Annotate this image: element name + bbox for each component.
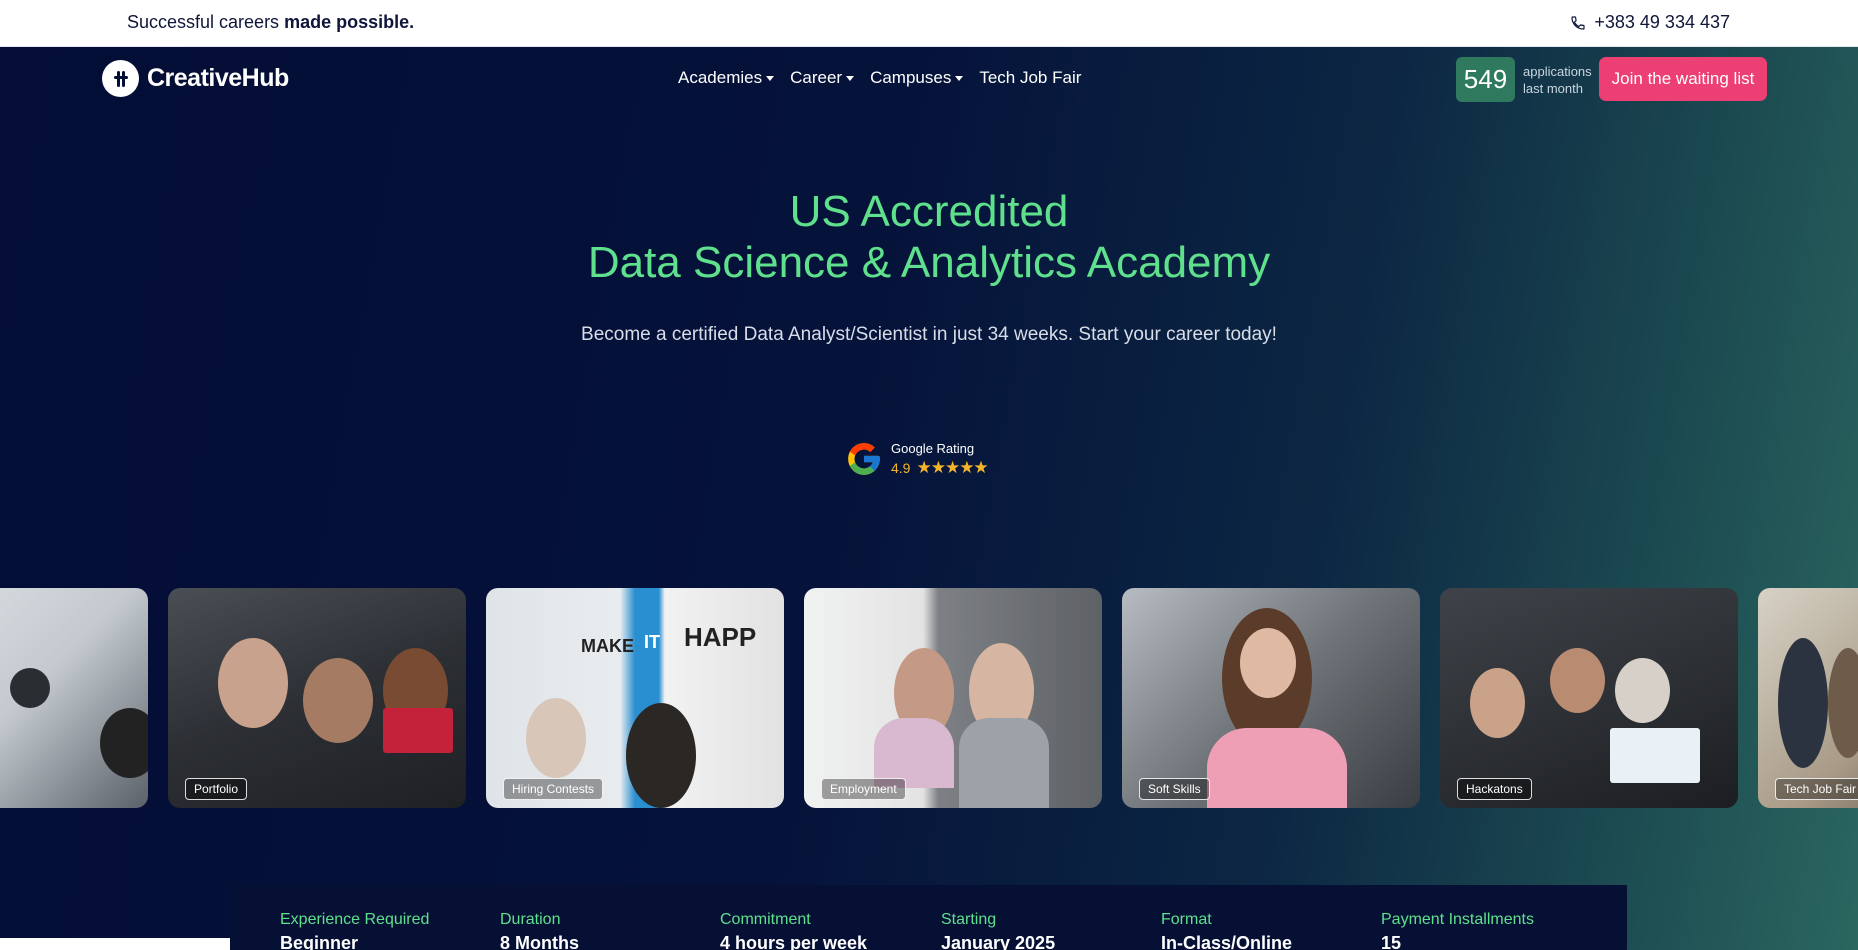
info-label: Format	[1161, 911, 1212, 928]
gallery-card[interactable]	[0, 588, 148, 808]
gallery-label: Soft Skills	[1139, 778, 1210, 800]
gallery-card-soft-skills[interactable]: Soft Skills	[1122, 588, 1420, 808]
phone-icon	[1571, 15, 1585, 30]
info-label: Starting	[941, 911, 997, 928]
join-waiting-list-button[interactable]: Join the waiting list	[1599, 57, 1767, 101]
chevron-down-icon	[766, 75, 775, 81]
info-value: 4 hours per week	[720, 933, 868, 950]
program-info-bar: Experience Required Beginner Duration 8 …	[230, 885, 1627, 950]
info-duration: Duration 8 Months	[500, 911, 579, 950]
info-label: Commitment	[720, 911, 811, 928]
gallery-label: Hackatons	[1457, 778, 1532, 800]
google-icon	[848, 443, 880, 475]
gallery-label: Tech Job Fair	[1775, 778, 1858, 800]
nav-academies-label: Academies	[678, 68, 763, 87]
nav-career[interactable]: Career	[790, 68, 855, 88]
applications-stat: 549 applications last month	[1456, 57, 1599, 102]
info-format: Format In-Class/Online	[1161, 911, 1292, 950]
gallery-card-hackatons[interactable]: Hackatons	[1440, 588, 1738, 808]
logo-mark-icon	[102, 60, 139, 97]
info-starting: Starting January 2025	[941, 911, 1055, 950]
photo-carousel[interactable]: Portfolio MAKE IT HAPP Hiring Contests E…	[0, 588, 1858, 808]
hero-title-line1: US Accredited	[789, 187, 1069, 236]
info-label: Payment Installments	[1381, 911, 1534, 928]
hero-subtitle: Become a certified Data Analyst/Scientis…	[581, 324, 1277, 345]
gallery-card-tech-job-fair[interactable]: Tech Job Fair	[1758, 588, 1858, 808]
info-value: In-Class/Online	[1161, 933, 1293, 950]
info-value: 15	[1381, 933, 1402, 950]
gallery-label: Hiring Contests	[503, 778, 604, 800]
nav-campuses-label: Campuses	[870, 68, 952, 87]
applications-label-line2: last month	[1523, 80, 1583, 96]
tagline: Successful careers made possible.	[127, 12, 414, 33]
gallery-card-portfolio[interactable]: Portfolio	[168, 588, 466, 808]
info-value: 8 Months	[500, 933, 579, 950]
chevron-down-icon	[955, 75, 964, 81]
hero-title-line2: Data Science & Analytics Academy	[587, 238, 1271, 287]
gallery-card-hiring-contests[interactable]: MAKE IT HAPP Hiring Contests	[486, 588, 784, 808]
info-experience: Experience Required Beginner	[280, 911, 429, 950]
google-rating[interactable]: Google Rating 4.9 ★★★★★	[845, 440, 989, 478]
rating-text: Google Rating 4.9 ★★★★★	[891, 440, 989, 478]
chevron-down-icon	[846, 75, 855, 81]
hero-section: CreativeHub Academies Career Campuses Te…	[0, 47, 1858, 950]
info-value: Beginner	[280, 933, 359, 950]
info-label: Duration	[500, 911, 561, 928]
star-rating-icon: ★★★★★	[916, 457, 988, 477]
nav-academies[interactable]: Academies	[678, 68, 775, 88]
main-nav: Academies Career Campuses Tech Job Fair	[678, 68, 1081, 88]
rating-score: 4.9	[891, 459, 911, 476]
info-installments: Payment Installments 15	[1381, 911, 1534, 950]
tagline-regular: Successful careers	[127, 12, 280, 32]
rating-row: 4.9 ★★★★★	[891, 457, 989, 478]
phone-link[interactable]: +383 49 334 437	[1570, 12, 1730, 33]
nav-campuses[interactable]: Campuses	[870, 68, 964, 88]
gallery-label: Employment	[821, 778, 906, 800]
phone-number: +383 49 334 437	[1594, 12, 1730, 32]
applications-count: 549	[1456, 57, 1515, 102]
top-announcement-bar: Successful careers made possible. +383 4…	[0, 0, 1858, 47]
nav-tech-job-fair[interactable]: Tech Job Fair	[979, 68, 1081, 88]
brand-logo[interactable]: CreativeHub	[102, 60, 289, 97]
info-label: Experience Required	[280, 911, 430, 928]
applications-label-line1: applications	[1523, 63, 1592, 79]
tagline-bold: made possible.	[284, 12, 415, 32]
applications-label: applications last month	[1523, 63, 1599, 97]
gallery-card-employment[interactable]: Employment	[804, 588, 1102, 808]
brand-name: CreativeHub	[147, 64, 289, 92]
gallery-label: Portfolio	[185, 778, 248, 800]
info-commitment: Commitment 4 hours per week	[720, 911, 867, 950]
nav-tech-job-fair-label: Tech Job Fair	[979, 68, 1082, 87]
section-divider	[0, 938, 230, 950]
info-value: January 2025	[941, 933, 1056, 950]
rating-label: Google Rating	[891, 440, 975, 456]
nav-career-label: Career	[790, 68, 843, 87]
